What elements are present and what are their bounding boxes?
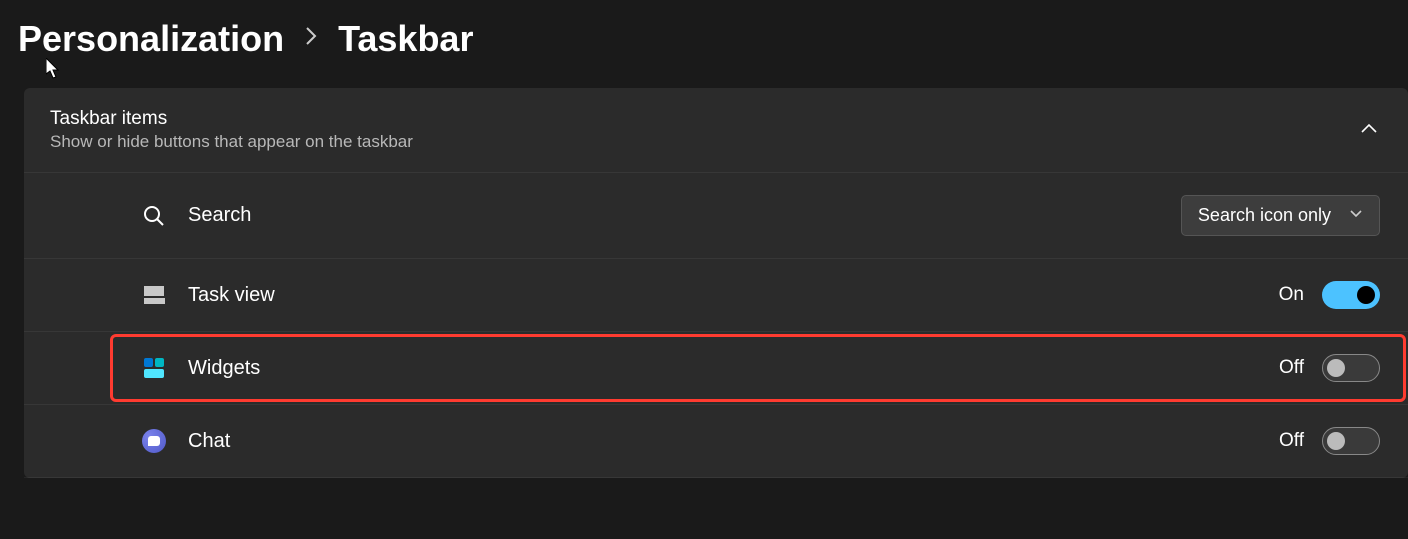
chevron-right-icon — [304, 26, 318, 52]
section-title: Taskbar items — [50, 108, 413, 130]
search-icon — [142, 204, 166, 228]
setting-row-search: Search Search icon only — [24, 173, 1408, 259]
section-header-taskbar-items[interactable]: Taskbar items Show or hide buttons that … — [24, 88, 1408, 173]
task-view-label: Task view — [188, 284, 275, 307]
search-label: Search — [188, 204, 251, 227]
breadcrumb-parent[interactable]: Personalization — [18, 18, 284, 60]
search-dropdown[interactable]: Search icon only — [1181, 195, 1380, 236]
task-view-icon — [142, 283, 166, 307]
setting-row-widgets: Widgets Off — [24, 332, 1408, 405]
chat-toggle[interactable] — [1322, 427, 1380, 455]
search-dropdown-value: Search icon only — [1198, 205, 1331, 226]
chat-state-label: Off — [1279, 430, 1304, 452]
section-subtitle: Show or hide buttons that appear on the … — [50, 132, 413, 152]
setting-row-task-view: Task view On — [24, 259, 1408, 332]
widgets-state-label: Off — [1279, 357, 1304, 379]
highlight-annotation — [110, 334, 1406, 402]
widgets-icon — [142, 356, 166, 380]
chevron-up-icon[interactable] — [1360, 122, 1378, 138]
widgets-toggle[interactable] — [1322, 354, 1380, 382]
setting-row-chat: Chat Off — [24, 405, 1408, 478]
task-view-toggle[interactable] — [1322, 281, 1380, 309]
settings-panel: Taskbar items Show or hide buttons that … — [24, 88, 1408, 478]
chat-label: Chat — [188, 430, 230, 453]
task-view-state-label: On — [1279, 284, 1304, 306]
widgets-label: Widgets — [188, 357, 260, 380]
chat-icon — [142, 429, 166, 453]
chevron-down-icon — [1349, 209, 1363, 222]
breadcrumb-current: Taskbar — [338, 18, 473, 60]
breadcrumb: Personalization Taskbar — [0, 0, 1408, 88]
